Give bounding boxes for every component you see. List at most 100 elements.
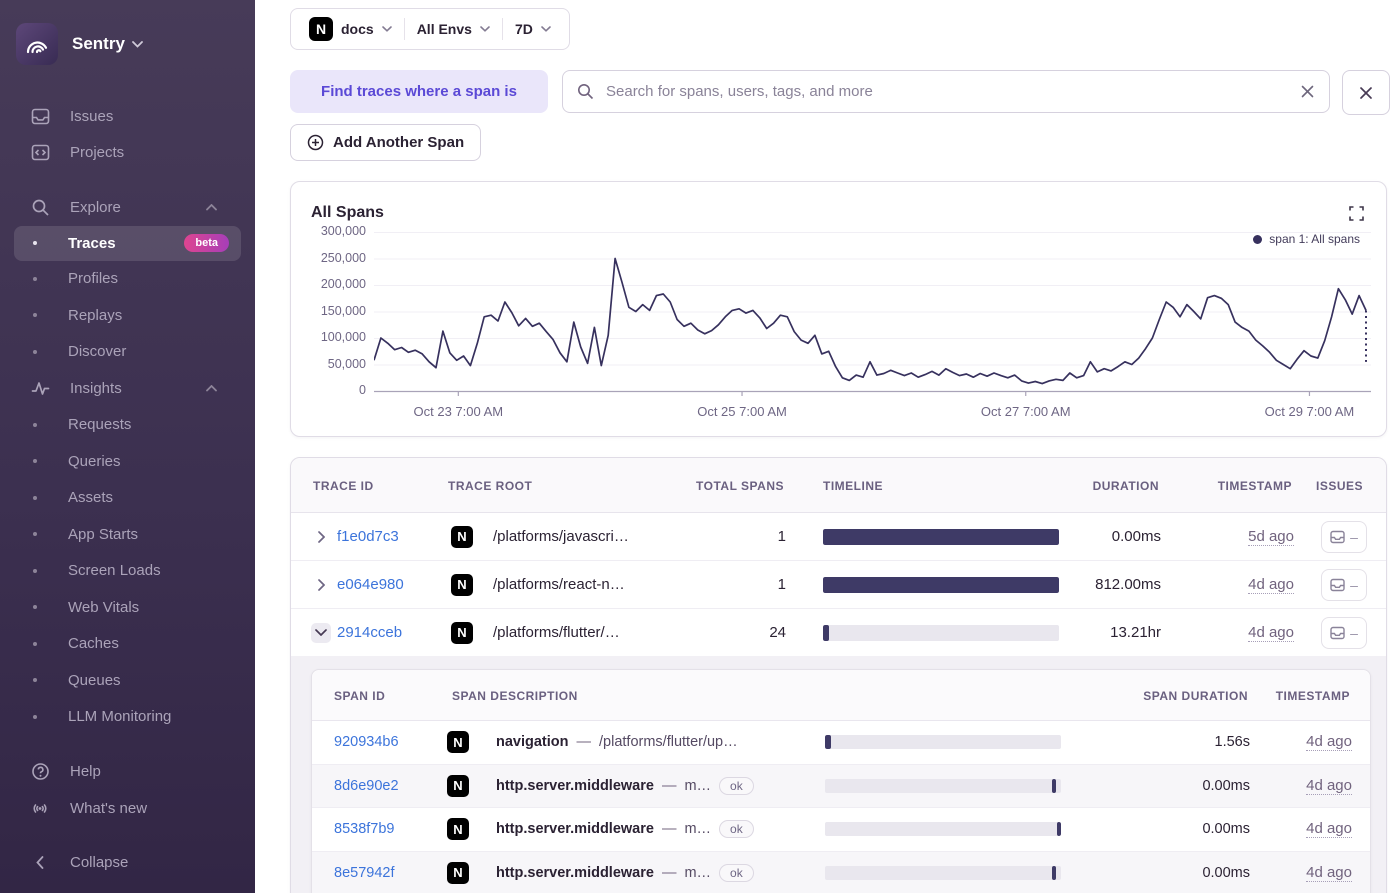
page-filter-bar: N docs All Envs 7D	[290, 8, 570, 50]
sidebar-item-help[interactable]: Help	[0, 754, 255, 791]
sidebar-item-label: Profiles	[68, 270, 119, 288]
table-row[interactable]: f1e0d7c3 N /platforms/javascri… 1 0.00ms…	[291, 513, 1386, 561]
span-id-link[interactable]: 920934b6	[334, 734, 447, 750]
sidebar-item-caches[interactable]: Caches	[0, 626, 255, 663]
col-timestamp: TIMESTAMP	[1217, 479, 1292, 493]
trace-id-link[interactable]: f1e0d7c3	[337, 528, 451, 545]
sidebar-item-queues[interactable]: Queues	[0, 662, 255, 699]
sidebar-section-explore[interactable]: Explore	[0, 189, 255, 226]
span-row[interactable]: 8d6e90e2 N http.server.middleware — m… o…	[312, 764, 1370, 808]
y-axis-tick-label: 300,000	[320, 224, 366, 238]
status-badge: ok	[719, 776, 754, 795]
nextjs-project-icon: N	[451, 621, 473, 644]
timestamp-link[interactable]: 4d ago	[1306, 820, 1352, 839]
col-issues: ISSUES	[1316, 479, 1364, 493]
span-id-link[interactable]: 8538f7b9	[334, 821, 447, 837]
span-op: navigation	[496, 734, 569, 751]
sidebar-item-label: Projects	[70, 144, 125, 162]
chart-title: All Spans	[311, 204, 384, 221]
span-timeline-bar	[825, 865, 1061, 880]
span-search-bar	[562, 70, 1330, 113]
expand-row-icon[interactable]	[311, 527, 331, 547]
sidebar-item-traces[interactable]: Traces beta	[0, 225, 255, 261]
timestamp-link[interactable]: 4d ago	[1306, 864, 1352, 882]
sidebar-item-label: Discover	[68, 343, 127, 361]
sidebar-item-web-vitals[interactable]: Web Vitals	[0, 589, 255, 626]
sidebar-item-assets[interactable]: Assets	[0, 480, 255, 517]
add-another-span-button[interactable]: Add Another Span	[290, 124, 482, 161]
date-range-selector[interactable]: 7D	[503, 15, 563, 43]
chevron-down-icon	[132, 40, 143, 48]
bullet-icon	[33, 678, 37, 683]
trace-id-link[interactable]: 2914cceb	[337, 624, 451, 641]
bullet-icon	[33, 422, 37, 427]
add-another-span-label: Add Another Span	[333, 134, 465, 151]
sidebar-item-queries[interactable]: Queries	[0, 443, 255, 480]
issues-count: –	[1350, 624, 1358, 641]
sidebar-item-label: Traces	[68, 234, 116, 252]
sidebar-item-app-starts[interactable]: App Starts	[0, 516, 255, 553]
col-span-duration: SPAN DURATION	[1143, 689, 1248, 703]
sidebar-footer: Help What's new Collapse	[0, 754, 255, 893]
span-row[interactable]: 8e57942f N http.server.middleware — m… o…	[312, 851, 1370, 893]
issues-button[interactable]: –	[1321, 568, 1367, 601]
search-icon	[28, 198, 52, 217]
issue-box-icon	[1330, 578, 1345, 591]
x-axis-tick-label: Oct 25 7:00 AM	[697, 404, 787, 419]
table-row[interactable]: e064e980 N /platforms/react-n… 1 812.00m…	[291, 561, 1386, 609]
org-name: Sentry	[72, 34, 125, 53]
sidebar-item-projects[interactable]: Projects	[0, 135, 255, 172]
issues-button[interactable]: –	[1321, 520, 1367, 553]
sidebar-item-profiles[interactable]: Profiles	[0, 261, 255, 298]
sidebar-item-discover[interactable]: Discover	[0, 334, 255, 371]
y-axis-tick-label: 0	[359, 383, 366, 397]
trace-id-link[interactable]: e064e980	[337, 576, 451, 593]
sidebar-section-insights[interactable]: Insights	[0, 370, 255, 407]
issue-box-icon	[1330, 626, 1345, 639]
status-badge: ok	[719, 863, 754, 882]
sidebar-item-whats-new[interactable]: What's new	[0, 790, 255, 827]
insights-icon	[28, 379, 52, 398]
project-selector[interactable]: N docs	[297, 15, 404, 43]
issues-button[interactable]: –	[1321, 616, 1367, 649]
nextjs-project-icon: N	[447, 774, 469, 797]
span-id-link[interactable]: 8e57942f	[334, 865, 447, 881]
sidebar-item-label: Help	[70, 763, 101, 781]
clear-search-icon[interactable]	[1300, 84, 1315, 99]
timestamp-link[interactable]: 4d ago	[1306, 777, 1352, 795]
org-switcher[interactable]: Sentry	[0, 0, 255, 72]
span-op: http.server.middleware	[496, 864, 654, 881]
sidebar-item-screen-loads[interactable]: Screen Loads	[0, 553, 255, 590]
search-input[interactable]	[604, 82, 1300, 101]
expand-row-icon[interactable]	[311, 575, 331, 595]
collapse-row-icon[interactable]	[311, 622, 331, 643]
remove-span-filter-button[interactable]	[1342, 70, 1390, 115]
sidebar-item-replays[interactable]: Replays	[0, 297, 255, 334]
sidebar-item-llm-monitoring[interactable]: LLM Monitoring	[0, 699, 255, 736]
bullet-icon	[33, 241, 37, 245]
total-spans: 24	[769, 624, 786, 641]
span-id-link[interactable]: 8d6e90e2	[334, 778, 447, 794]
timestamp-link[interactable]: 4d ago	[1306, 733, 1352, 752]
y-axis-tick-label: 200,000	[320, 277, 366, 291]
table-row-expanded[interactable]: 2914cceb N /platforms/flutter/… 24 13.21…	[291, 609, 1386, 657]
plus-circle-icon	[307, 134, 324, 151]
timestamp-link[interactable]: 4d ago	[1248, 624, 1294, 642]
sidebar-item-label: Replays	[68, 306, 123, 324]
timestamp-link[interactable]: 4d ago	[1248, 576, 1294, 594]
expand-chart-icon[interactable]	[1349, 206, 1364, 221]
main-content: N docs All Envs 7D Find traces where a s…	[255, 0, 1400, 893]
issue-box-icon	[1330, 530, 1345, 543]
sidebar-item-label: Queries	[68, 452, 121, 470]
find-traces-button[interactable]: Find traces where a span is	[290, 70, 548, 113]
span-row[interactable]: 8538f7b9 N http.server.middleware — m… o…	[312, 808, 1370, 852]
col-span-description: SPAN DESCRIPTION	[452, 689, 578, 703]
x-axis-tick-label: Oct 27 7:00 AM	[980, 404, 1071, 419]
sidebar-collapse-button[interactable]: Collapse	[0, 845, 255, 882]
timestamp-link[interactable]: 5d ago	[1248, 528, 1294, 546]
chevron-left-icon	[28, 856, 52, 870]
sidebar-item-requests[interactable]: Requests	[0, 407, 255, 444]
span-row[interactable]: 920934b6 N navigation — /platforms/flutt…	[312, 721, 1370, 765]
sidebar-item-issues[interactable]: Issues	[0, 98, 255, 135]
environment-selector[interactable]: All Envs	[405, 15, 502, 43]
